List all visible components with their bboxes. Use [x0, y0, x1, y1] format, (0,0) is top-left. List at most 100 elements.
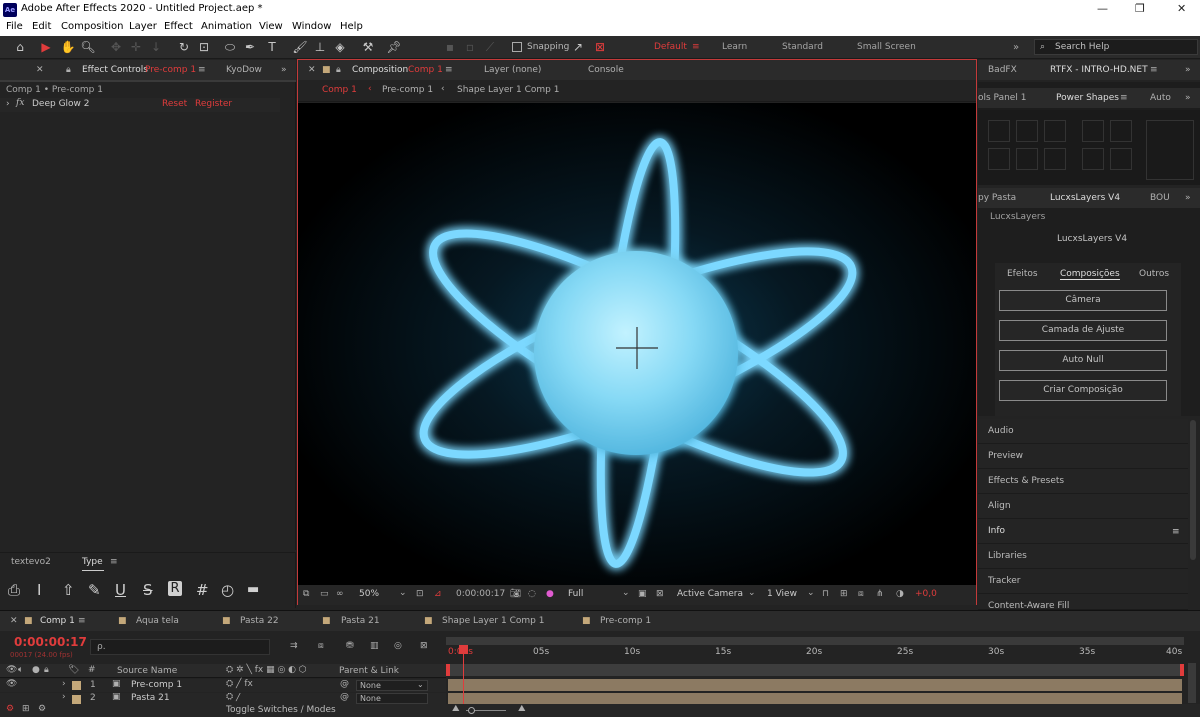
timeline-tracks[interactable]: 0:00s 05s 10s 15s 20s 25s 30s 35s 40s [446, 635, 1186, 704]
fx-icon[interactable]: fx [16, 98, 24, 108]
layer-switches-icon[interactable]: ⛭ ╱ fx [226, 679, 253, 689]
timer-icon[interactable]: ◴ [221, 581, 234, 599]
expand-chevron-icon[interactable]: › [62, 679, 66, 689]
panel-tracker[interactable]: Tracker [978, 569, 1188, 594]
timeline-icon[interactable]: ⧈ [858, 589, 864, 599]
tab-badfx[interactable]: BadFX [988, 65, 1017, 75]
arrow-up-icon[interactable]: ⇧ [62, 581, 75, 599]
tab-type[interactable]: Type [82, 557, 103, 567]
align-middle-left-icon[interactable] [988, 148, 1010, 170]
layer-switches-pane-icon[interactable]: ⊞ [22, 704, 30, 714]
comp-mini-flowchart-icon[interactable]: ⇉ [290, 641, 298, 651]
flowchart-icon[interactable]: ⋔ [876, 589, 884, 599]
tab-textevo2[interactable]: textevo2 [11, 557, 51, 567]
right-scrollbar[interactable] [1190, 420, 1196, 560]
shy-icon[interactable]: ⛃ [346, 641, 354, 651]
region-of-interest-icon[interactable]: ⊿ [434, 589, 442, 599]
workspace-menu-icon[interactable]: ≡ [692, 42, 700, 52]
camera-button[interactable]: Câmera [999, 290, 1167, 311]
tab-power-shapes[interactable]: Power Shapes [1056, 93, 1119, 103]
ruler-icon[interactable]: ▬ [247, 582, 259, 597]
menu-file[interactable]: File [6, 21, 23, 32]
parent-dropdown[interactable]: None ⌄ [356, 680, 428, 691]
tab-efeitos[interactable]: Efeitos [1007, 269, 1038, 279]
restore-icon[interactable]: ❐ [1135, 2, 1145, 15]
layer-name[interactable]: Pasta 21 [131, 693, 170, 703]
more-workspaces-icon[interactable]: » [1013, 42, 1019, 53]
label-column-icon[interactable]: 🏷︎ [68, 665, 79, 675]
align-top-right-icon[interactable] [1044, 120, 1066, 142]
layer-row[interactable]: › 2 ▣ Pasta 21 ⛭ ╱ @ None [0, 693, 446, 704]
tab-lucxslayers[interactable]: LucxsLayers V4 [1050, 193, 1120, 203]
flip-icon[interactable] [1082, 120, 1104, 142]
panel-libraries[interactable]: Libraries [978, 544, 1188, 569]
zoom-in-icon[interactable]: ⛰ [518, 704, 526, 714]
viewer-timecode[interactable]: 0:00:00:17 [456, 589, 505, 599]
work-area-end-icon[interactable] [1180, 664, 1184, 676]
timeline-tab-shape-layer[interactable]: Shape Layer 1 Comp 1 [442, 616, 544, 626]
cursor-icon[interactable]: I [37, 581, 41, 599]
tab-bou[interactable]: BOU [1150, 193, 1170, 203]
tab-rtfx[interactable]: RTFX - INTRO-HD.NET [1050, 65, 1148, 75]
fast-previews-icon[interactable]: ⊞ [840, 589, 848, 599]
solo-icon[interactable]: ● [32, 665, 40, 675]
clone-stamp-tool-icon[interactable]: ⊥ [312, 39, 328, 55]
home-icon[interactable]: ⌂ [12, 39, 28, 55]
menu-effect[interactable]: Effect [164, 21, 193, 32]
layer-name[interactable]: Pre-comp 1 [131, 680, 182, 690]
pixel-aspect-icon[interactable]: ⊓ [822, 589, 829, 599]
tab-copy-pasta[interactable]: py Pasta [978, 193, 1016, 203]
playhead[interactable] [458, 645, 468, 704]
comp-range-bar[interactable] [448, 664, 1184, 676]
zoom-slider-handle[interactable] [468, 707, 475, 714]
expand-chevron-icon[interactable]: › [62, 693, 66, 702]
roto-brush-tool-icon[interactable]: ⚒ [360, 39, 376, 55]
type-panel-menu-icon[interactable]: ≡ [110, 557, 118, 567]
in-out-pane-icon[interactable]: ⚙ [38, 704, 46, 714]
work-area-bar[interactable] [446, 637, 1184, 645]
menu-composition[interactable]: Composition [61, 21, 123, 32]
panel-info[interactable]: Info [978, 519, 1188, 544]
flow-shape-layer[interactable]: Shape Layer 1 Comp 1 [457, 85, 559, 95]
views-dropdown-icon[interactable]: ⌄ [807, 588, 815, 598]
lock-icon[interactable]: 🔒︎ [336, 65, 341, 75]
zoom-dropdown-icon[interactable]: ⌄ [399, 588, 407, 598]
timeline-tab-comp-1[interactable]: Comp 1 [40, 616, 75, 626]
menu-layer[interactable]: Layer [129, 21, 157, 32]
help-icon[interactable] [1110, 120, 1132, 142]
align-center-icon[interactable] [1016, 148, 1038, 170]
more-tabs-icon[interactable]: » [1185, 93, 1191, 103]
more-tabs-icon[interactable]: » [1185, 193, 1191, 203]
lock-column-icon[interactable]: 🔒︎ [44, 665, 49, 675]
minimize-icon[interactable]: — [1097, 2, 1108, 15]
workspace-default[interactable]: Default [654, 42, 687, 52]
tt-icon[interactable]: ⎙ [8, 581, 20, 599]
close-tab-icon[interactable]: ✕ [10, 616, 18, 626]
timeline-tab-pre-comp-1[interactable]: Pre-comp 1 [600, 616, 651, 626]
info-menu-icon[interactable]: ≡ [1172, 527, 1180, 537]
panel-menu-icon[interactable]: ≡ [1150, 65, 1158, 75]
render-time-icon[interactable]: ⚙ [6, 704, 14, 714]
workspace-learn[interactable]: Learn [722, 42, 747, 52]
menu-animation[interactable]: Animation [201, 21, 252, 32]
pan-tool-icon[interactable]: ✛ [128, 39, 144, 55]
workspace-standard[interactable]: Standard [782, 42, 823, 52]
pick-whip-icon[interactable]: @ [340, 679, 349, 689]
snapping-checkbox[interactable] [512, 42, 522, 52]
toggle-transparency-icon[interactable]: ▣ [638, 589, 647, 599]
camera-dropdown-icon[interactable]: ⌄ [748, 588, 756, 598]
strikethrough-icon[interactable]: S [143, 581, 153, 599]
register-link[interactable]: Register [195, 99, 232, 109]
effect-row-deep-glow[interactable]: › fx Deep Glow 2 Reset Register [0, 98, 280, 112]
timeline-tab-pasta-22[interactable]: Pasta 22 [240, 616, 279, 626]
reset-exposure-icon[interactable]: ◑ [896, 589, 904, 599]
pen-icon[interactable]: ✎ [88, 581, 101, 599]
timeline-timecode[interactable]: 0:00:00:17 [14, 635, 87, 649]
video-visibility-icon[interactable]: 👁︎ [6, 665, 17, 675]
transparency-grid-icon[interactable]: ⊠ [656, 589, 664, 599]
puppet-tool-icon[interactable]: 📌︎ [386, 39, 402, 55]
time-ruler[interactable]: 0:00s 05s 10s 15s 20s 25s 30s 35s 40s [446, 645, 1184, 663]
more-tabs-icon[interactable]: » [1185, 65, 1191, 75]
audio-icon[interactable]: 🔈︎ [18, 665, 23, 675]
tab-auto[interactable]: Auto [1150, 93, 1171, 103]
